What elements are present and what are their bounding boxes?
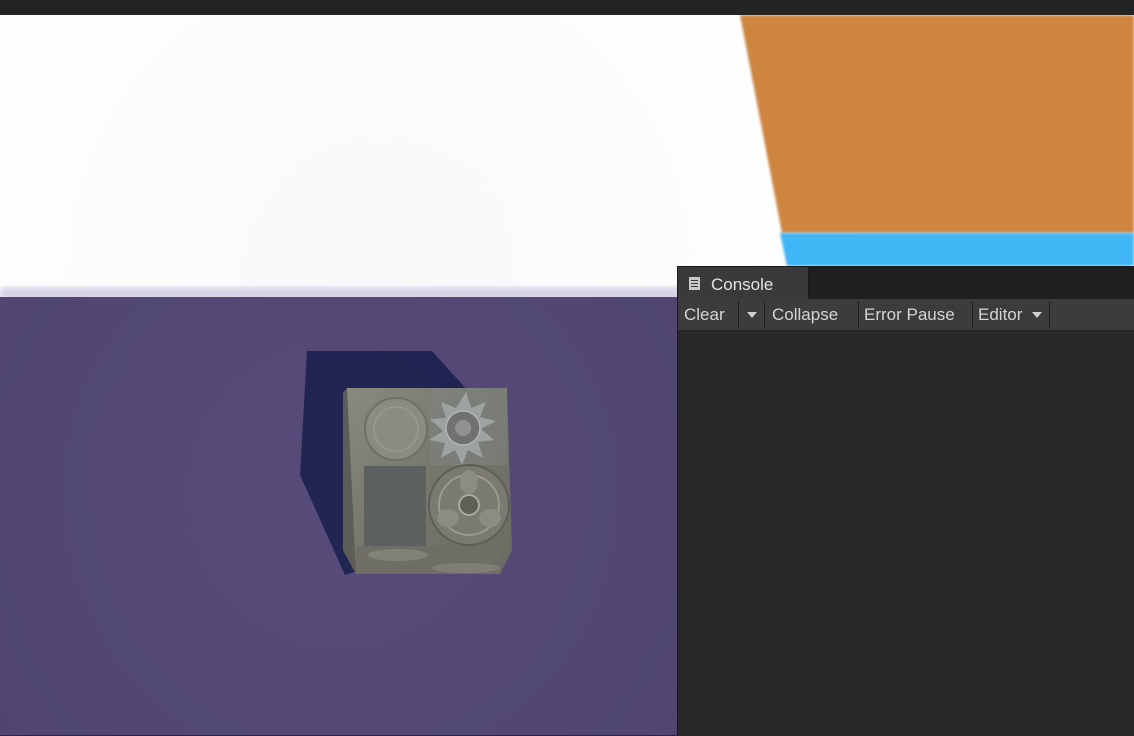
clear-options-dropdown[interactable]: [739, 299, 764, 330]
toolbar-separator: [858, 301, 859, 328]
console-icon: [689, 277, 700, 290]
collapse-button[interactable]: Collapse: [772, 299, 838, 330]
console-window: Console Clear Collapse Error Pause Edito…: [677, 266, 1134, 736]
console-tab-bar: Console: [678, 267, 1134, 299]
toolbar-separator: [764, 301, 765, 328]
editor-dropdown-label: Editor: [978, 305, 1023, 324]
orange-wall: [740, 15, 1134, 233]
chevron-down-icon: [747, 312, 757, 318]
stone-cube[interactable]: [343, 388, 512, 574]
tab-console-label: Console: [711, 275, 774, 294]
blue-strip: [780, 233, 1134, 266]
top-toolbar-strip: [0, 0, 1134, 16]
clear-button[interactable]: Clear: [684, 299, 725, 330]
tab-console[interactable]: Console: [678, 267, 809, 299]
console-toolbar: Clear Collapse Error Pause Editor: [678, 299, 1134, 331]
chevron-down-icon: [1032, 312, 1042, 318]
editor-dropdown[interactable]: Editor: [973, 299, 1049, 330]
wheel-carving: [428, 464, 510, 546]
console-log-list[interactable]: [678, 331, 1134, 736]
error-pause-button[interactable]: Error Pause: [864, 299, 955, 330]
toolbar-separator: [1049, 301, 1050, 328]
